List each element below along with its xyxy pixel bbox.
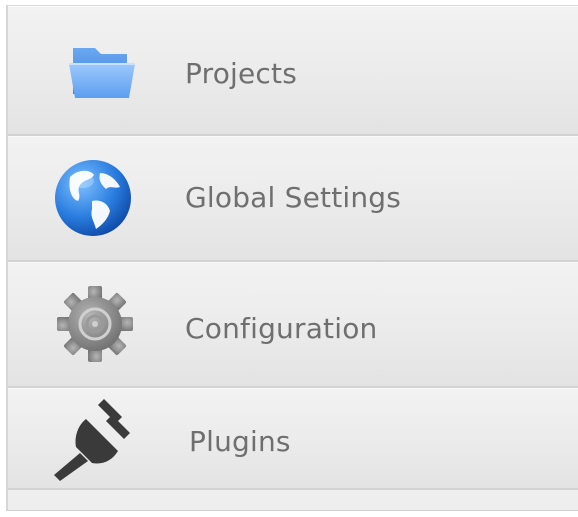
side-menu: Projects Global Settings Configuration P… (6, 5, 578, 511)
menu-item-label: Plugins (189, 425, 291, 458)
folder-icon (58, 27, 148, 117)
plug-icon (46, 395, 136, 485)
menu-item-projects[interactable]: Projects (8, 6, 578, 136)
menu-item-configuration[interactable]: Configuration (8, 262, 578, 388)
menu-item-global-settings[interactable]: Global Settings (8, 136, 578, 262)
menu-item-plugins[interactable]: Plugins (8, 388, 578, 490)
menu-item-label: Projects (185, 57, 297, 90)
globe-icon (48, 153, 138, 243)
gear-icon (50, 279, 140, 369)
menu-item-label: Global Settings (185, 181, 402, 214)
menu-item-label: Configuration (185, 312, 378, 345)
